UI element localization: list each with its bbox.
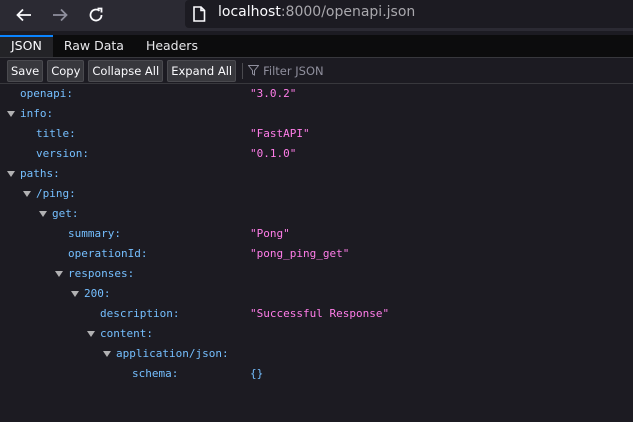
tree-row-content[interactable]: content: (0, 324, 633, 344)
expand-toggle-icon[interactable] (103, 351, 111, 357)
tree-row-operationid[interactable]: operationId: "pong_ping_get" (0, 244, 633, 264)
tree-row-application-json[interactable]: application/json: (0, 344, 633, 364)
tree-row-version[interactable]: version: "0.1.0" (0, 144, 633, 164)
value-title: "FastAPI" (250, 127, 310, 140)
tree-row-schema[interactable]: schema: {} (0, 364, 633, 384)
back-arrow-icon (16, 8, 31, 22)
key-schema: schema: (132, 367, 179, 380)
tree-row-summary[interactable]: summary: "Pong" (0, 224, 633, 244)
url-path: :8000/openapi.json (280, 4, 416, 20)
key-ping: /ping: (36, 187, 76, 200)
forward-button[interactable] (47, 3, 73, 27)
key-summary: summary: (68, 227, 121, 240)
key-responses: responses: (68, 267, 135, 280)
copy-button[interactable]: Copy (47, 59, 85, 82)
key-openapi: openapi: (20, 87, 73, 100)
tree-row-get[interactable]: get: (0, 204, 633, 224)
value-summary: "Pong" (250, 227, 290, 240)
key-200: 200: (84, 287, 111, 300)
collapse-all-button[interactable]: Collapse All (88, 59, 164, 82)
toolbar-divider (242, 62, 244, 79)
filter-icon (248, 65, 260, 76)
key-operationid: operationId: (68, 247, 148, 260)
back-button[interactable] (11, 3, 37, 27)
key-info: info: (20, 107, 54, 120)
key-paths: paths: (20, 167, 60, 180)
viewer-tabs: JSON Raw Data Headers (0, 35, 633, 58)
save-button[interactable]: Save (7, 59, 44, 82)
key-application-json: application/json: (116, 347, 229, 360)
expand-all-button[interactable]: Expand All (167, 59, 237, 82)
expand-toggle-icon[interactable] (23, 191, 31, 197)
reload-button[interactable] (83, 3, 109, 27)
expand-toggle-icon[interactable] (55, 271, 63, 277)
json-toolbar: Save Copy Collapse All Expand All Filter… (0, 58, 633, 84)
key-description: description: (100, 307, 180, 320)
expand-toggle-icon[interactable] (39, 211, 47, 217)
url-host: localhost (218, 4, 281, 20)
key-get: get: (52, 207, 79, 220)
url-text: localhost:8000/openapi.json (218, 4, 415, 20)
tree-row-title[interactable]: title: "FastAPI" (0, 124, 633, 144)
key-content: content: (100, 327, 153, 340)
expand-toggle-icon[interactable] (71, 291, 79, 297)
tab-headers[interactable]: Headers (135, 35, 209, 57)
reload-icon (89, 7, 103, 22)
browser-toolbar: localhost:8000/openapi.json (0, 0, 633, 31)
tree-row-openapi[interactable]: openapi: "3.0.2" (0, 84, 633, 104)
tree-row-paths[interactable]: paths: (0, 164, 633, 184)
tree-row-200[interactable]: 200: (0, 284, 633, 304)
value-operationid: "pong_ping_get" (250, 247, 350, 260)
page-icon (193, 6, 206, 22)
filter-placeholder: Filter JSON (263, 63, 324, 78)
tree-row-ping[interactable]: /ping: (0, 184, 633, 204)
url-bar[interactable]: localhost:8000/openapi.json (185, 0, 633, 28)
tab-json[interactable]: JSON (0, 35, 53, 57)
forward-arrow-icon (53, 8, 68, 22)
tree-row-description[interactable]: description: "Successful Response" (0, 304, 633, 324)
tree-row-responses[interactable]: responses: (0, 264, 633, 284)
filter-input[interactable]: Filter JSON (248, 63, 324, 78)
value-schema: {} (250, 367, 264, 380)
tab-raw-data[interactable]: Raw Data (53, 35, 135, 57)
expand-toggle-icon[interactable] (7, 171, 15, 177)
key-version: version: (36, 147, 89, 160)
value-description: "Successful Response" (250, 307, 390, 320)
key-title: title: (36, 127, 76, 140)
expand-toggle-icon[interactable] (87, 331, 95, 337)
value-version: "0.1.0" (250, 147, 297, 160)
value-openapi: "3.0.2" (250, 87, 297, 100)
tree-row-info[interactable]: info: (0, 104, 633, 124)
expand-toggle-icon[interactable] (7, 111, 15, 117)
